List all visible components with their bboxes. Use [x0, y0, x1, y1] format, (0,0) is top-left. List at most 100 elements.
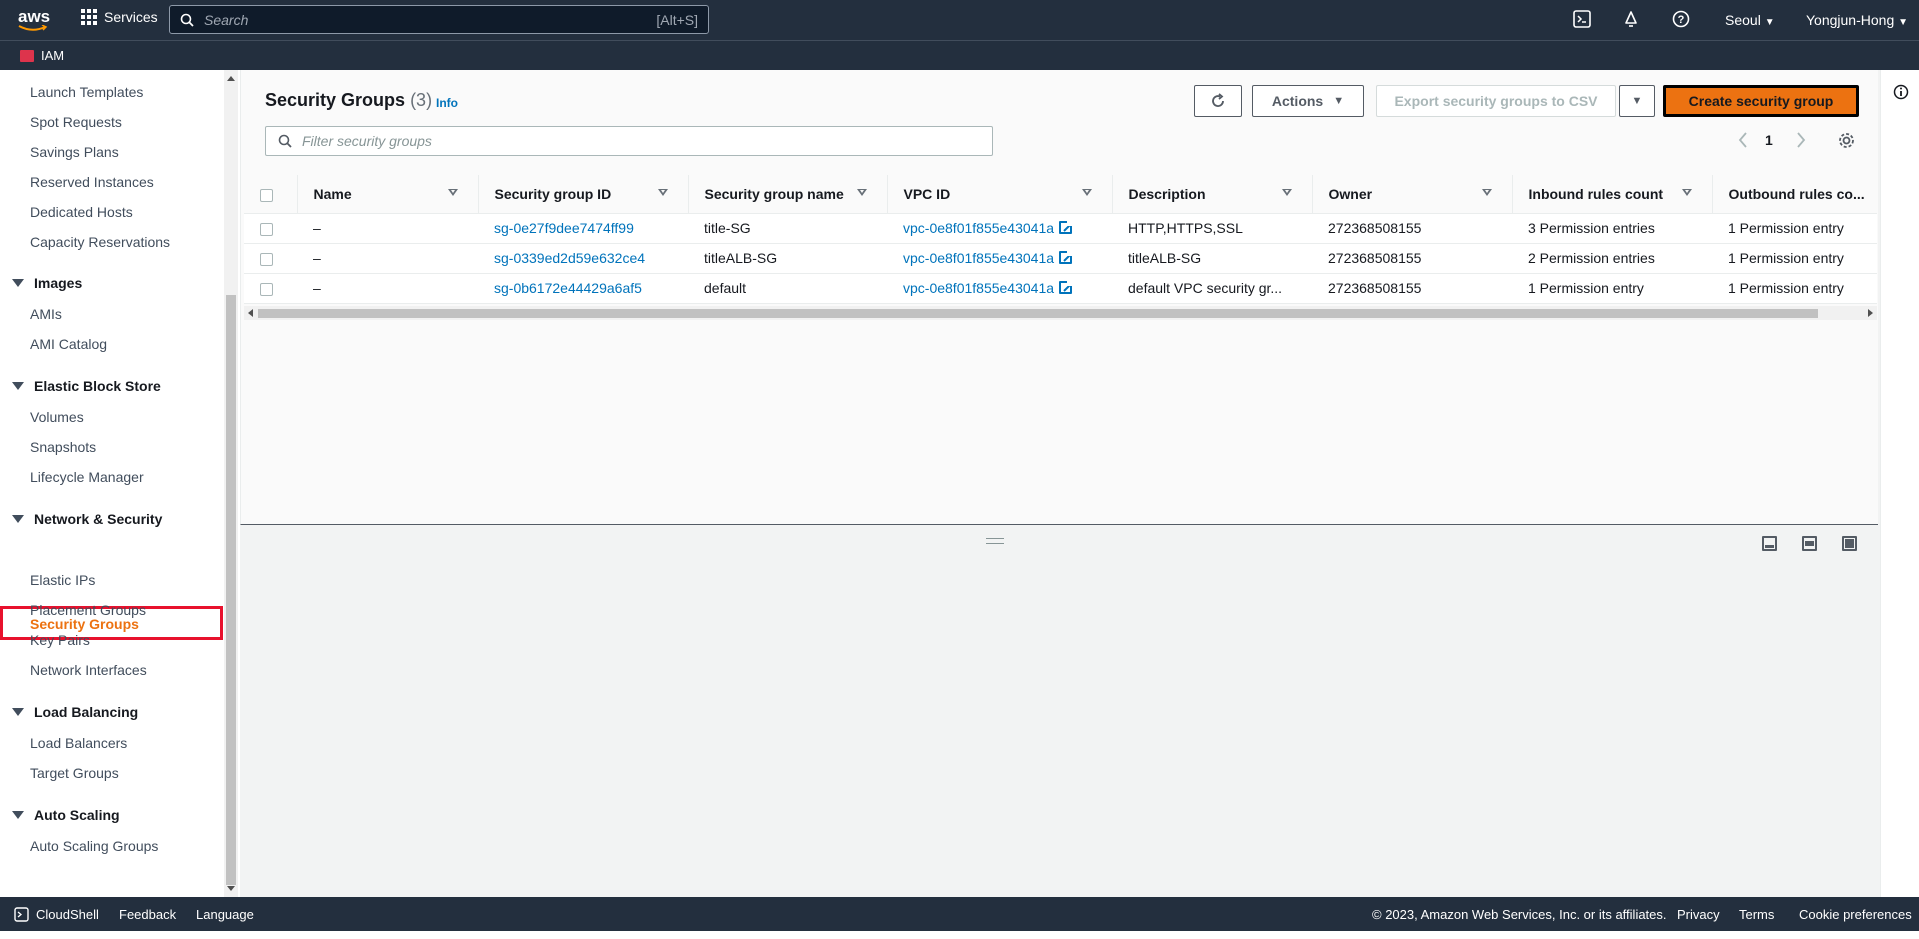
row-checkbox[interactable] — [260, 282, 273, 296]
vpc-id-link[interactable]: vpc-0e8f01f855e43041a — [903, 250, 1054, 266]
region-selector[interactable]: Seoul ▼ — [1725, 12, 1775, 28]
nav-reserved-instances[interactable]: Reserved Instances — [30, 174, 154, 190]
feedback-link[interactable]: Feedback — [119, 907, 176, 922]
split-middle-icon[interactable] — [1802, 536, 1817, 551]
nav-load-balancers[interactable]: Load Balancers — [30, 735, 127, 751]
nav-lifecycle-manager[interactable]: Lifecycle Manager — [30, 469, 144, 485]
column-header-inbound[interactable]: Inbound rules count — [1512, 175, 1713, 213]
scroll-up-icon[interactable] — [227, 76, 235, 81]
row-checkbox[interactable] — [260, 252, 273, 266]
select-all-checkbox[interactable] — [260, 188, 273, 202]
nav-section-images[interactable]: Images — [12, 275, 82, 291]
column-header-sg-id[interactable]: Security group ID — [478, 175, 689, 213]
nav-auto-scaling-groups[interactable]: Auto Scaling Groups — [30, 838, 158, 854]
nav-capacity-reservations[interactable]: Capacity Reservations — [30, 234, 170, 250]
cloudshell-link[interactable]: CloudShell — [36, 907, 99, 922]
cloudshell-icon[interactable] — [14, 907, 29, 922]
refresh-button[interactable] — [1194, 85, 1242, 117]
sg-id-link[interactable]: sg-0e27f9dee7474ff99 — [494, 220, 634, 236]
split-full-icon[interactable] — [1842, 536, 1857, 551]
create-security-group-button[interactable]: Create security group — [1663, 85, 1859, 117]
terms-link[interactable]: Terms — [1739, 907, 1774, 922]
column-header-sg-name[interactable]: Security group name — [688, 175, 888, 213]
scrollbar-thumb[interactable] — [258, 309, 1818, 318]
next-page-icon[interactable] — [1796, 132, 1806, 148]
external-link-icon[interactable] — [1059, 280, 1074, 294]
row-checkbox[interactable] — [260, 222, 273, 236]
table-row[interactable]: – sg-0339ed2d59e632ce4 titleALB-SG vpc-0… — [244, 243, 1877, 273]
nav-section-auto-scaling[interactable]: Auto Scaling — [12, 807, 120, 823]
nav-section-network-security[interactable]: Network & Security — [12, 511, 162, 527]
nav-launch-templates[interactable]: Launch Templates — [30, 84, 143, 100]
nav-section-ebs[interactable]: Elastic Block Store — [12, 378, 161, 394]
page-title: Security Groups (3) — [265, 90, 432, 111]
scroll-down-icon[interactable] — [227, 886, 235, 891]
nav-target-groups[interactable]: Target Groups — [30, 765, 119, 781]
vpc-id-link[interactable]: vpc-0e8f01f855e43041a — [903, 220, 1054, 236]
current-page[interactable]: 1 — [1765, 132, 1773, 148]
nav-snapshots[interactable]: Snapshots — [30, 439, 96, 455]
actions-dropdown[interactable]: Actions ▼ — [1252, 85, 1364, 117]
iam-favorite-link[interactable]: IAM — [41, 48, 64, 63]
export-csv-button[interactable]: Export security groups to CSV — [1376, 85, 1616, 117]
table-row[interactable]: – sg-0b6172e44429a6af5 default vpc-0e8f0… — [244, 273, 1877, 303]
global-search[interactable]: Search [Alt+S] — [169, 5, 709, 34]
nav-placement-groups[interactable]: Placement Groups — [30, 602, 146, 618]
table-horizontal-scrollbar[interactable] — [244, 306, 1877, 320]
export-options-dropdown[interactable]: ▼ — [1619, 85, 1655, 117]
cookie-preferences-link[interactable]: Cookie preferences — [1799, 907, 1912, 922]
nav-ami-catalog[interactable]: AMI Catalog — [30, 336, 107, 352]
info-link[interactable]: Info — [436, 96, 458, 110]
help-icon[interactable]: ? — [1672, 10, 1690, 28]
column-header-vpc-id[interactable]: VPC ID — [887, 175, 1113, 213]
vpc-id-link[interactable]: vpc-0e8f01f855e43041a — [903, 280, 1054, 296]
column-header-owner[interactable]: Owner — [1312, 175, 1513, 213]
sort-icon[interactable] — [856, 189, 867, 196]
previous-page-icon[interactable] — [1738, 132, 1748, 148]
sort-icon[interactable] — [447, 189, 458, 196]
scroll-right-icon[interactable] — [1868, 309, 1873, 317]
external-link-icon[interactable] — [1059, 250, 1074, 264]
sort-icon[interactable] — [1081, 189, 1092, 196]
sort-icon[interactable] — [657, 189, 668, 196]
language-link[interactable]: Language — [196, 907, 254, 922]
filter-security-groups-input[interactable]: Filter security groups — [265, 126, 993, 156]
sg-id-link[interactable]: sg-0b6172e44429a6af5 — [494, 280, 642, 296]
table-row[interactable]: – sg-0e27f9dee7474ff99 title-SG vpc-0e8f… — [244, 213, 1877, 243]
nav-amis[interactable]: AMIs — [30, 306, 62, 322]
sidebar-scrollbar[interactable] — [224, 70, 238, 897]
header-label: Name — [313, 185, 352, 202]
split-panel-resize-handle[interactable] — [986, 538, 1004, 544]
nav-key-pairs[interactable]: Key Pairs — [30, 632, 90, 648]
sort-icon[interactable] — [1281, 189, 1292, 196]
nav-network-interfaces[interactable]: Network Interfaces — [30, 662, 147, 678]
services-menu[interactable]: Services — [81, 9, 158, 25]
account-menu[interactable]: Yongjun-Hong ▼ — [1806, 12, 1908, 28]
nav-volumes[interactable]: Volumes — [30, 409, 84, 425]
cell-name: – — [313, 220, 321, 236]
nav-section-load-balancing[interactable]: Load Balancing — [12, 704, 138, 720]
sort-icon[interactable] — [1681, 189, 1692, 196]
cell-name: – — [313, 280, 321, 296]
cloudshell-icon[interactable] — [1573, 10, 1591, 28]
nav-elastic-ips[interactable]: Elastic IPs — [30, 572, 95, 588]
privacy-link[interactable]: Privacy — [1677, 907, 1720, 922]
split-bottom-icon[interactable] — [1762, 536, 1777, 551]
scrollbar-thumb[interactable] — [226, 295, 236, 885]
info-panel-icon[interactable] — [1893, 84, 1909, 100]
external-link-icon[interactable] — [1059, 220, 1074, 234]
column-header-description[interactable]: Description — [1112, 175, 1313, 213]
scroll-left-icon[interactable] — [248, 309, 253, 317]
header-label: Description — [1128, 185, 1206, 202]
sort-icon[interactable] — [1481, 189, 1492, 196]
notifications-bell-icon[interactable] — [1622, 10, 1640, 28]
aws-logo[interactable]: aws — [16, 7, 52, 33]
nav-spot-requests[interactable]: Spot Requests — [30, 114, 122, 130]
nav-dedicated-hosts[interactable]: Dedicated Hosts — [30, 204, 133, 220]
gear-icon[interactable] — [1838, 132, 1855, 149]
column-header-outbound[interactable]: Outbound rules co... — [1712, 175, 1877, 213]
nav-savings-plans[interactable]: Savings Plans — [30, 144, 119, 160]
sg-id-link[interactable]: sg-0339ed2d59e632ce4 — [494, 250, 645, 266]
column-header-name[interactable]: Name — [297, 175, 479, 213]
side-navigation: Launch Templates Spot Requests Savings P… — [0, 70, 224, 897]
